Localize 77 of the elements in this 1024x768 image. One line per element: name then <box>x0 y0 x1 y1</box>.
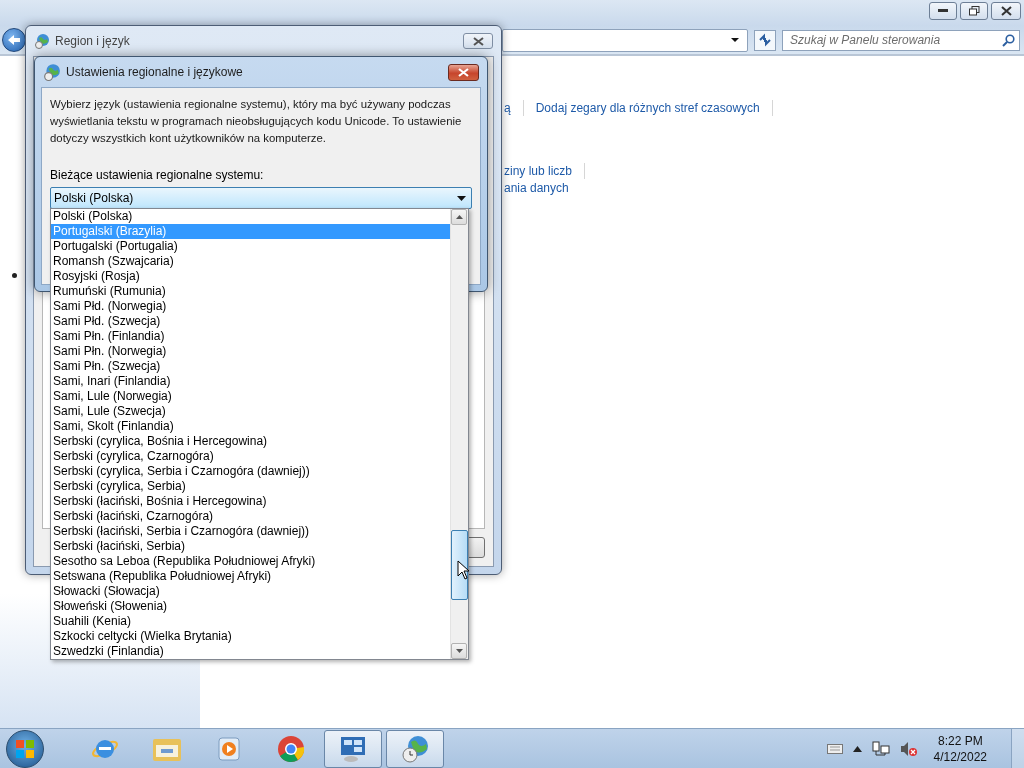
list-option[interactable]: Słowacki (Słowacja) <box>51 584 450 599</box>
list-option[interactable]: Polski (Polska) <box>51 209 450 224</box>
dialog-title: Ustawienia regionalne i językowe <box>66 65 244 79</box>
close-icon <box>472 36 484 46</box>
up-arrow-icon <box>455 215 463 219</box>
list-option[interactable]: Sami, Skolt (Finlandia) <box>51 419 450 434</box>
settings-link[interactable]: Dodaj zegary dla różnych stref czasowych <box>535 100 760 115</box>
close-button[interactable] <box>991 2 1021 20</box>
dropdown-caret-icon <box>457 195 466 201</box>
list-option[interactable]: Serbski (cyrylica, Serbia) <box>51 479 450 494</box>
list-option[interactable]: Serbski (cyrylica, Serbia i Czarnogóra (dawniej)) <box>51 464 450 479</box>
restore-button[interactable] <box>960 2 988 20</box>
list-option[interactable]: Serbski (łaciński, Czarnogóra) <box>51 509 450 524</box>
refresh-button[interactable] <box>754 29 776 51</box>
search-icon <box>1002 33 1015 47</box>
settings-link[interactable]: ą <box>504 100 511 115</box>
start-button[interactable] <box>6 730 44 768</box>
muted-speaker-icon[interactable] <box>899 741 918 757</box>
media-player-icon <box>215 735 243 763</box>
scroll-up-button[interactable] <box>451 209 467 225</box>
taskbar-app-button[interactable] <box>324 730 382 768</box>
list-option[interactable]: Sami Płn. (Szwecja) <box>51 359 450 374</box>
list-option[interactable]: Serbski (łaciński, Serbia) <box>51 539 450 554</box>
list-option[interactable]: Sami Płn. (Norwegia) <box>51 344 450 359</box>
list-option[interactable]: Szwedzki (Finlandia) <box>51 644 450 659</box>
search-field[interactable]: Szukaj w Panelu sterowania <box>782 29 1020 51</box>
settings-link[interactable]: ziny lub liczb <box>504 163 573 178</box>
clock-date[interactable]: 4/12/2022 <box>933 749 987 765</box>
list-option[interactable]: Sami, Inari (Finlandia) <box>51 374 450 389</box>
list-option[interactable]: Sami, Lule (Norwegia) <box>51 389 450 404</box>
taskbar-app-button[interactable] <box>386 730 444 768</box>
close-button[interactable] <box>448 63 479 81</box>
bullet-dot <box>12 273 17 278</box>
back-button[interactable] <box>2 28 26 52</box>
list-option[interactable]: Romansh (Szwajcaria) <box>51 254 450 269</box>
clock-time[interactable]: 8:22 PM <box>937 733 983 749</box>
list-option[interactable]: Sami Płn. (Finlandia) <box>51 329 450 344</box>
back-arrow-icon <box>7 34 21 46</box>
close-icon <box>458 67 469 77</box>
list-option[interactable]: Sesotho sa Leboa (Republika Południowej Afryki) <box>51 554 450 569</box>
restore-icon <box>968 6 980 16</box>
list-option[interactable]: Serbski (łaciński, Bośnia i Hercegowina) <box>51 494 450 509</box>
list-option[interactable]: Rumuński (Rumunia) <box>51 284 450 299</box>
list-option[interactable]: Sami, Lule (Szwecja) <box>51 404 450 419</box>
globe-icon <box>34 33 50 49</box>
keyboard-icon[interactable] <box>826 744 843 754</box>
list-option[interactable]: Setswana (Republika Południowej Afryki) <box>51 569 450 584</box>
globe-clock-icon <box>400 734 430 764</box>
locale-dropdown[interactable]: Polski (Polska) <box>50 187 472 209</box>
scroll-down-button[interactable] <box>451 643 467 659</box>
list-option[interactable]: Suahili (Kenia) <box>51 614 450 629</box>
close-icon <box>1000 6 1012 16</box>
list-option[interactable]: Słoweński (Słowenia) <box>51 599 450 614</box>
description-text: Wybierz język (ustawienia regionalne systemu), który ma być używany podczas wyświetlania tekstu w programach nieobsługujących kodu Unicode. To ustawienie dotyczy wszystkich kont użytkowników na komputerze. <box>50 97 463 146</box>
list-option[interactable]: Sami Płd. (Norwegia) <box>51 299 450 314</box>
list-option[interactable]: Szkocki celtycki (Wielka Brytania) <box>51 629 450 644</box>
refresh-arrows-icon <box>758 33 772 47</box>
minimize-button[interactable] <box>929 2 957 20</box>
globe-icon <box>43 63 61 81</box>
minimize-icon <box>938 9 948 13</box>
list-option[interactable]: Rosyjski (Rosja) <box>51 269 450 284</box>
windows-flag-icon <box>15 739 35 759</box>
list-option[interactable]: Portugalski (Portugalia) <box>51 239 450 254</box>
up-arrow-icon[interactable] <box>852 746 862 752</box>
list-option[interactable]: Serbski (cyrylica, Czarnogóra) <box>51 449 450 464</box>
list-option[interactable]: Serbski (łaciński, Serbia i Czarnogóra (dawniej)) <box>51 524 450 539</box>
list-option[interactable]: Serbski (cyrylica, Bośnia i Hercegowina) <box>51 434 450 449</box>
scrollbar[interactable] <box>450 209 468 659</box>
close-button[interactable] <box>463 33 493 49</box>
chrome-icon <box>276 734 306 764</box>
field-label: Bieżące ustawienia regionalne systemu: <box>50 167 265 184</box>
control-panel-icon <box>338 734 368 764</box>
settings-link[interactable]: ania danych <box>504 180 569 195</box>
list-option[interactable]: Sami Płd. (Szwecja) <box>51 314 450 329</box>
down-arrow-icon <box>455 649 463 653</box>
network-icon[interactable] <box>871 741 890 757</box>
window-title: Region i język <box>55 34 131 48</box>
